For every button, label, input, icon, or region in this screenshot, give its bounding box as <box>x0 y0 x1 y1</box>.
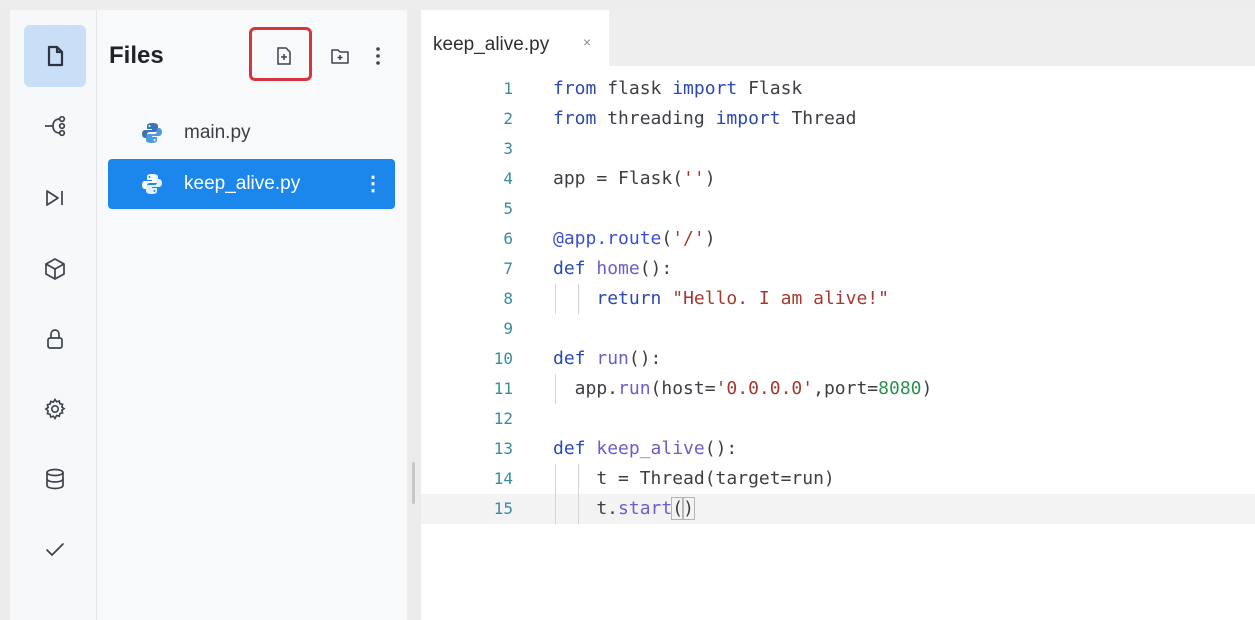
code-text[interactable]: t = Thread(target=run) <box>553 464 834 494</box>
line-number: 14 <box>493 469 513 488</box>
line-number: 3 <box>503 139 513 158</box>
new-file-button[interactable] <box>269 41 299 71</box>
code-line[interactable]: 1 from flask import Flask <box>421 74 1255 104</box>
line-number: 8 <box>503 289 513 308</box>
file-menu-button[interactable]: ⋮ <box>363 171 383 196</box>
line-number: 1 <box>503 79 513 98</box>
code-line[interactable]: 9 <box>421 314 1255 344</box>
code-line[interactable]: 4 app = Flask('') <box>421 164 1255 194</box>
code-line[interactable]: 5 <box>421 194 1255 224</box>
code-line[interactable]: 11 app.run(host='0.0.0.0',port=8080) <box>421 374 1255 404</box>
line-number: 12 <box>493 409 513 428</box>
python-file-icon <box>142 174 162 194</box>
file-name: keep_alive.py <box>184 173 301 194</box>
panel-resize-handle[interactable] <box>407 10 421 620</box>
code-text[interactable]: t.start() <box>553 494 695 524</box>
files-panel: Files main.py keep_alive.py ⋮ <box>97 10 407 620</box>
code-line[interactable]: 2 from threading import Thread <box>421 104 1255 134</box>
package-icon <box>45 258 65 280</box>
new-folder-icon <box>331 49 349 64</box>
run-step-icon <box>46 190 63 206</box>
line-number: 7 <box>503 259 513 278</box>
code-text[interactable]: app = Flask('') <box>553 164 716 194</box>
resize-grip <box>412 462 415 504</box>
code-line[interactable]: 6 @app.route('/') <box>421 224 1255 254</box>
lock-icon <box>47 329 63 349</box>
file-item-keep-alive-py[interactable]: keep_alive.py ⋮ <box>108 159 395 209</box>
line-number: 13 <box>493 439 513 458</box>
git-branch-icon <box>45 115 66 137</box>
gear-icon <box>44 398 66 421</box>
files-icon <box>47 45 64 67</box>
line-number: 11 <box>493 379 513 398</box>
code-editor[interactable]: 1 from flask import Flask 2 from threading … <box>421 66 1255 620</box>
settings-button[interactable] <box>24 378 86 440</box>
line-number: 9 <box>503 319 513 338</box>
line-number: 2 <box>503 109 513 128</box>
database-icon <box>46 468 64 490</box>
code-line[interactable]: 7 def home(): <box>421 254 1255 284</box>
file-item-main-py[interactable]: main.py <box>108 108 395 158</box>
line-number: 6 <box>503 229 513 248</box>
python-file-icon <box>142 123 162 143</box>
line-number: 4 <box>503 169 513 188</box>
code-text[interactable]: from threading import Thread <box>553 104 856 134</box>
code-line[interactable]: 12 <box>421 404 1255 434</box>
code-text[interactable]: return "Hello. I am alive!" <box>553 284 889 314</box>
code-line[interactable]: 8 return "Hello. I am alive!" <box>421 284 1255 314</box>
files-activity-button[interactable] <box>24 25 86 87</box>
activity-bar <box>10 10 97 620</box>
code-text[interactable]: app.run(host='0.0.0.0',port=8080) <box>553 374 933 404</box>
code-line[interactable]: 15 t.start() <box>421 494 1255 524</box>
editor-tab-bar: keep_alive.py × <box>421 10 1255 66</box>
code-line[interactable]: 10 def run(): <box>421 344 1255 374</box>
code-text[interactable]: def run(): <box>553 344 661 374</box>
code-line[interactable]: 13 def keep_alive(): <box>421 434 1255 464</box>
line-number: 15 <box>493 499 513 518</box>
check-icon <box>46 543 64 557</box>
debugger-button[interactable] <box>24 167 86 229</box>
left-edge <box>0 10 10 620</box>
files-more-button[interactable] <box>363 41 393 71</box>
tab-keep-alive-py[interactable]: keep_alive.py × <box>421 10 609 66</box>
file-name: main.py <box>184 122 251 143</box>
code-text[interactable]: from flask import Flask <box>553 74 802 104</box>
packages-button[interactable] <box>24 238 86 300</box>
code-text[interactable]: def home(): <box>553 254 672 284</box>
code-line[interactable]: 3 <box>421 134 1255 164</box>
database-button[interactable] <box>24 448 86 510</box>
files-title: Files <box>109 42 164 69</box>
line-number: 10 <box>493 349 513 368</box>
code-text[interactable]: def keep_alive(): <box>553 434 737 464</box>
more-vertical-icon <box>376 47 380 65</box>
line-number: 5 <box>503 199 513 218</box>
code-line[interactable]: 14 t = Thread(target=run) <box>421 464 1255 494</box>
tab-close-icon[interactable]: × <box>583 34 591 50</box>
top-edge <box>0 0 1255 10</box>
new-folder-button[interactable] <box>325 41 355 71</box>
code-text[interactable]: @app.route('/') <box>553 224 716 254</box>
tab-label: keep_alive.py <box>433 34 550 55</box>
unit-tests-button[interactable] <box>24 518 86 580</box>
new-file-icon <box>277 47 291 65</box>
secrets-button[interactable] <box>24 308 86 370</box>
version-control-button[interactable] <box>24 95 86 157</box>
